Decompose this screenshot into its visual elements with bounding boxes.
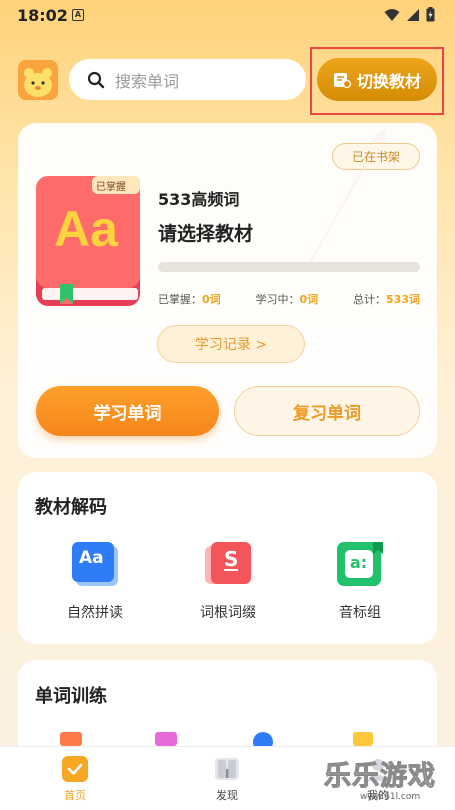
stat-mastered: 已掌握：0词 bbox=[158, 293, 221, 306]
aa-card-glyph: Aa bbox=[79, 548, 104, 568]
battery-icon bbox=[426, 7, 435, 22]
nav-item-home[interactable]: 首页 bbox=[35, 755, 115, 803]
decode-item-label: 音标组 bbox=[339, 605, 381, 621]
bear-avatar-icon bbox=[18, 60, 58, 100]
watermark-url: www.61l.com bbox=[360, 792, 421, 802]
signal-icon bbox=[407, 8, 419, 21]
review-words-button[interactable]: 复习单词 bbox=[234, 386, 420, 436]
status-time: 18:02 bbox=[17, 6, 68, 25]
nav-item-discover[interactable]: 发现 bbox=[187, 755, 267, 803]
switch-textbook-button[interactable]: 切换教材 bbox=[317, 58, 437, 101]
watermark: 乐乐游戏 www.61l.com bbox=[322, 752, 447, 808]
app-notification-icon: A bbox=[72, 9, 84, 21]
decode-item-label: 词根词缀 bbox=[200, 605, 256, 621]
book-icon bbox=[215, 758, 239, 780]
avatar[interactable] bbox=[18, 60, 58, 100]
training-section-title: 单词训练 bbox=[35, 686, 107, 707]
phonetic-card-glyph: a: bbox=[350, 553, 368, 572]
decode-item-phonetics[interactable]: a: 音标组 bbox=[310, 540, 410, 622]
learn-words-button[interactable]: 学习单词 bbox=[36, 386, 219, 436]
study-stats: 已掌握：0词 学习中：0词 总计：533词 bbox=[158, 291, 420, 307]
book-cover-tag: 已掌握 bbox=[96, 182, 126, 193]
stat-total: 总计：533词 bbox=[353, 293, 420, 306]
book-cover[interactable]: 已掌握 Aa bbox=[36, 176, 142, 307]
decode-item-label: 自然拼读 bbox=[67, 605, 123, 621]
stat-learning: 学习中：0词 bbox=[255, 293, 319, 306]
switch-textbook-label: 切换教材 bbox=[356, 71, 421, 91]
book-cover-text: Aa bbox=[54, 201, 118, 257]
training-icons-partial bbox=[60, 732, 373, 746]
book-subtitle: 请选择教材 bbox=[158, 223, 254, 245]
search-input[interactable]: 搜索单词 bbox=[69, 59, 306, 100]
book-title: 533高频词 bbox=[158, 190, 240, 209]
watermark-text: 乐乐游戏 bbox=[324, 761, 436, 793]
nav-label-home: 首页 bbox=[64, 789, 86, 802]
status-indicators bbox=[384, 7, 435, 22]
switch-book-icon bbox=[333, 72, 351, 88]
search-icon bbox=[87, 71, 105, 88]
study-progress-bar bbox=[158, 262, 420, 272]
nav-label-discover: 发现 bbox=[216, 789, 238, 802]
shelf-badge[interactable]: 已在书架 bbox=[332, 143, 420, 170]
decode-item-phonics[interactable]: Aa 自然拼读 bbox=[45, 540, 145, 622]
status-bar: 18:02 A bbox=[0, 0, 455, 32]
decode-item-roots[interactable]: S 词根词缀 bbox=[178, 540, 278, 622]
study-record-button[interactable]: 学习记录 > bbox=[157, 325, 305, 363]
home-check-icon bbox=[62, 756, 88, 782]
decode-section-title: 教材解码 bbox=[35, 497, 107, 518]
s-card-glyph: S bbox=[224, 547, 239, 571]
wifi-icon bbox=[384, 8, 400, 21]
search-placeholder: 搜索单词 bbox=[115, 71, 180, 91]
